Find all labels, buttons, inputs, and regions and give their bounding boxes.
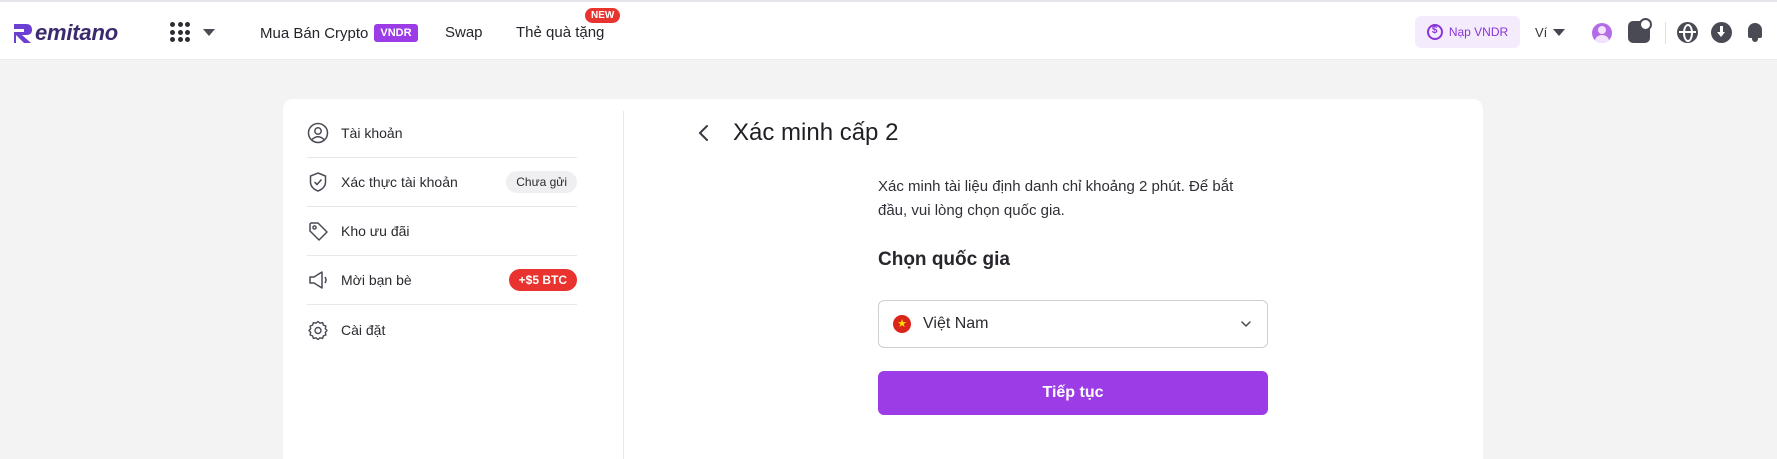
coin-icon [1426,24,1443,40]
account-sidebar: Tài khoản Xác thực tài khoản Chưa gửi Kh… [307,109,577,354]
chevron-down-icon [1241,321,1251,327]
country-select-value: Việt Nam [923,315,989,332]
nav-swap[interactable]: Swap [445,24,483,41]
logo-mark-icon [12,21,34,45]
sidebar-item-settings[interactable]: Cài đặt [307,305,577,354]
megaphone-icon [307,269,329,291]
vietnam-flag-icon: ★ [893,315,911,333]
reward-badge: +$5 BTC [508,269,577,291]
ticket-icon[interactable] [1628,18,1652,43]
sidebar-item-label: Cài đặt [341,321,386,338]
deposit-vndr-button[interactable]: Nạp VNDR [1415,16,1520,48]
sidebar-item-offers[interactable]: Kho ưu đãi [307,207,577,256]
page-title: Xác minh cấp 2 [733,119,899,146]
nav-buy-sell-crypto[interactable]: Mua Bán Crypto VNDR [260,24,418,42]
country-select[interactable]: ★ Việt Nam [878,300,1268,348]
chevron-down-icon[interactable] [203,29,215,36]
deposit-label: Nạp VNDR [1448,25,1509,39]
sidebar-item-invite[interactable]: Mời bạn bè +$5 BTC [307,256,577,305]
chevron-down-icon [1553,29,1566,36]
sidebar-item-label: Kho ưu đãi [341,223,410,239]
avatar[interactable] [1592,23,1612,43]
verification-description: Xác minh tài liệu định danh chỉ khoảng 2… [878,178,1234,219]
sidebar-item-account[interactable]: Tài khoản [307,109,577,158]
back-arrow-icon[interactable] [693,122,715,144]
account-card: Tài khoản Xác thực tài khoản Chưa gửi Kh… [283,99,1483,459]
vndr-badge: VNDR [374,24,418,42]
wallet-menu[interactable]: Ví [1535,25,1566,40]
content-divider [623,111,624,459]
continue-button[interactable]: Tiếp tục [878,371,1268,415]
status-badge: Chưa gửi [506,171,577,193]
page-title-row: Xác minh cấp 2 [693,119,898,147]
wallet-label: Ví [1535,25,1548,40]
tag-icon [307,220,329,242]
new-badge: NEW [585,8,621,23]
nav-buy-sell-label: Mua Bán Crypto [260,24,369,42]
top-navbar: emitano Mua Bán Crypto VNDR Swap Thẻ quà… [0,0,1777,60]
sidebar-item-label: Tài khoản [341,125,403,141]
gear-icon [307,319,329,341]
sidebar-item-verification[interactable]: Xác thực tài khoản Chưa gửi [307,158,577,207]
apps-grid-icon[interactable] [170,22,190,42]
country-section-title: Chọn quốc gia [878,249,1010,270]
sidebar-item-label: Xác thực tài khoản [341,174,458,190]
divider [1665,22,1666,44]
download-icon[interactable] [1711,22,1732,43]
remitano-logo[interactable]: emitano [12,18,118,48]
nav-gift-card[interactable]: Thẻ quà tặng [516,24,604,41]
bell-icon[interactable] [1745,21,1765,43]
globe-icon[interactable] [1677,22,1698,43]
sidebar-item-label: Mời bạn bè [341,272,412,288]
logo-wordmark: emitano [35,20,118,45]
shield-check-icon [307,171,329,193]
user-icon [307,122,329,144]
